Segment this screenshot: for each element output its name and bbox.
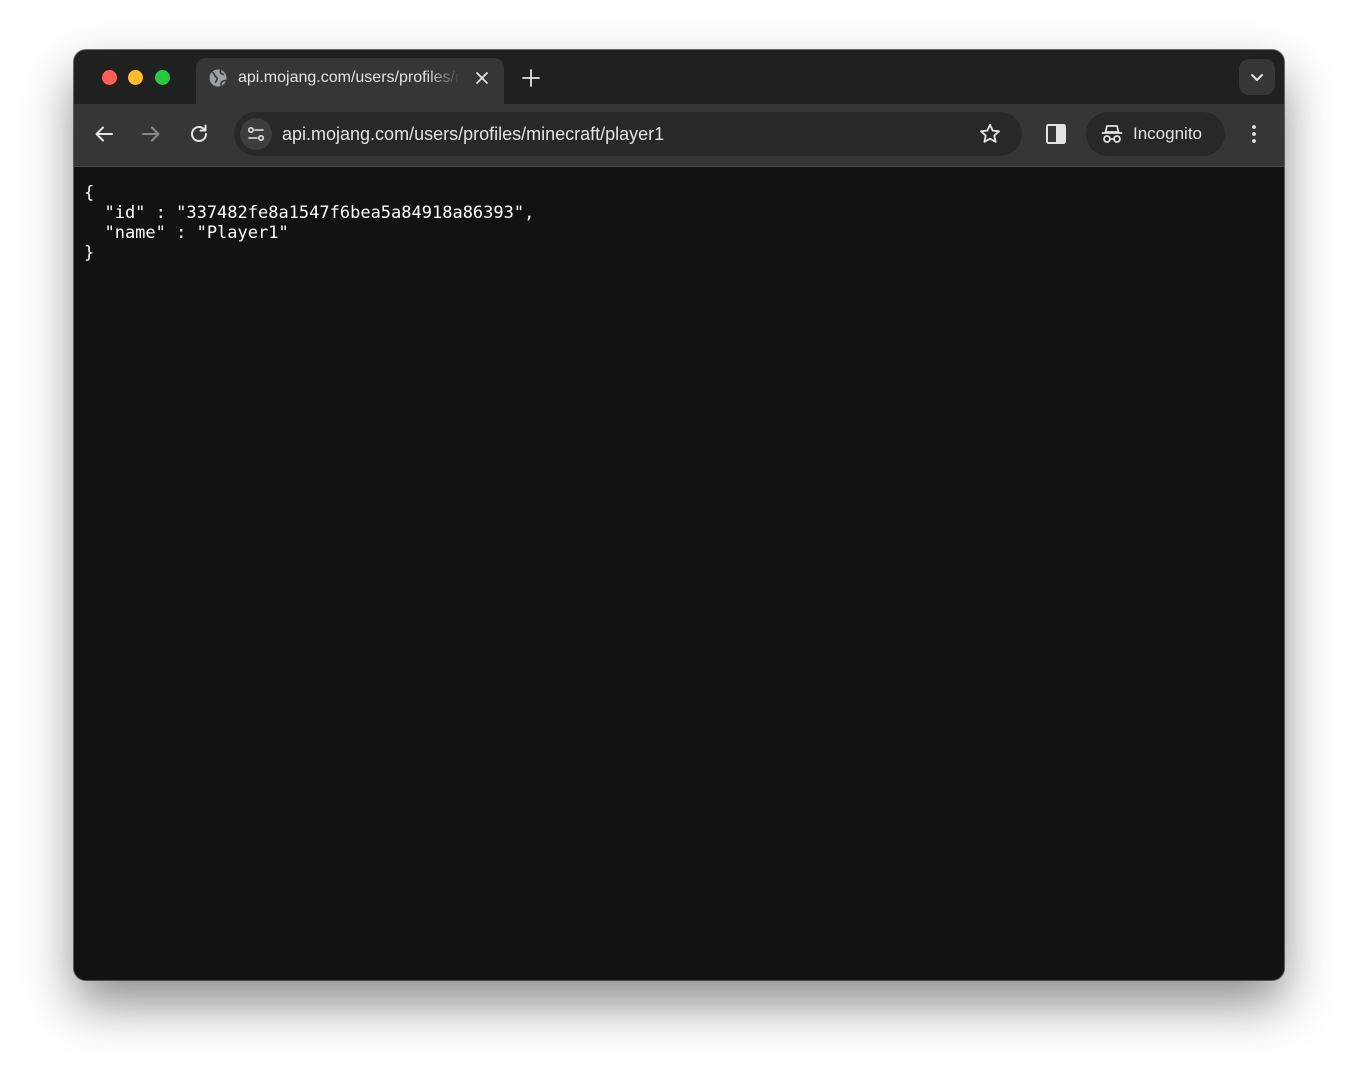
back-button[interactable]: [88, 118, 120, 150]
url-text[interactable]: api.mojang.com/users/profiles/minecraft/…: [282, 122, 664, 146]
reload-button[interactable]: [183, 118, 215, 150]
toolbar: api.mojang.com/users/profiles/minecraft/…: [74, 104, 1284, 167]
close-icon[interactable]: [472, 68, 492, 88]
chevron-down-icon: [1251, 74, 1263, 81]
json-response: { "id" : "337482fe8a1547f6bea5a84918a863…: [84, 183, 535, 263]
tab-active[interactable]: api.mojang.com/users/profiles/minecraft/…: [196, 58, 504, 104]
incognito-label: Incognito: [1133, 124, 1202, 143]
kebab-menu-icon[interactable]: [1238, 118, 1270, 150]
address-bar[interactable]: api.mojang.com/users/profiles/minecraft/…: [234, 112, 1022, 156]
star-icon[interactable]: [978, 122, 1002, 146]
window-minimize-button[interactable]: [128, 70, 143, 85]
window-maximize-button[interactable]: [155, 70, 170, 85]
globe-icon: [209, 69, 227, 87]
new-tab-button[interactable]: [518, 65, 544, 91]
tune-icon: [248, 127, 264, 141]
incognito-icon: [1101, 125, 1123, 143]
browser-window: api.mojang.com/users/profiles/minecraft/…: [74, 50, 1284, 980]
side-panel-button[interactable]: [1040, 118, 1072, 150]
tab-search-button[interactable]: [1239, 59, 1275, 95]
tab-strip: api.mojang.com/users/profiles/minecraft/…: [74, 50, 1284, 104]
tab-title: api.mojang.com/users/profiles/minecraft/…: [238, 69, 460, 86]
incognito-button[interactable]: Incognito: [1086, 112, 1225, 156]
site-info-button[interactable]: [240, 118, 272, 150]
forward-button[interactable]: [135, 118, 167, 150]
page-content: { "id" : "337482fe8a1547f6bea5a84918a863…: [74, 167, 1284, 980]
window-close-button[interactable]: [102, 70, 117, 85]
